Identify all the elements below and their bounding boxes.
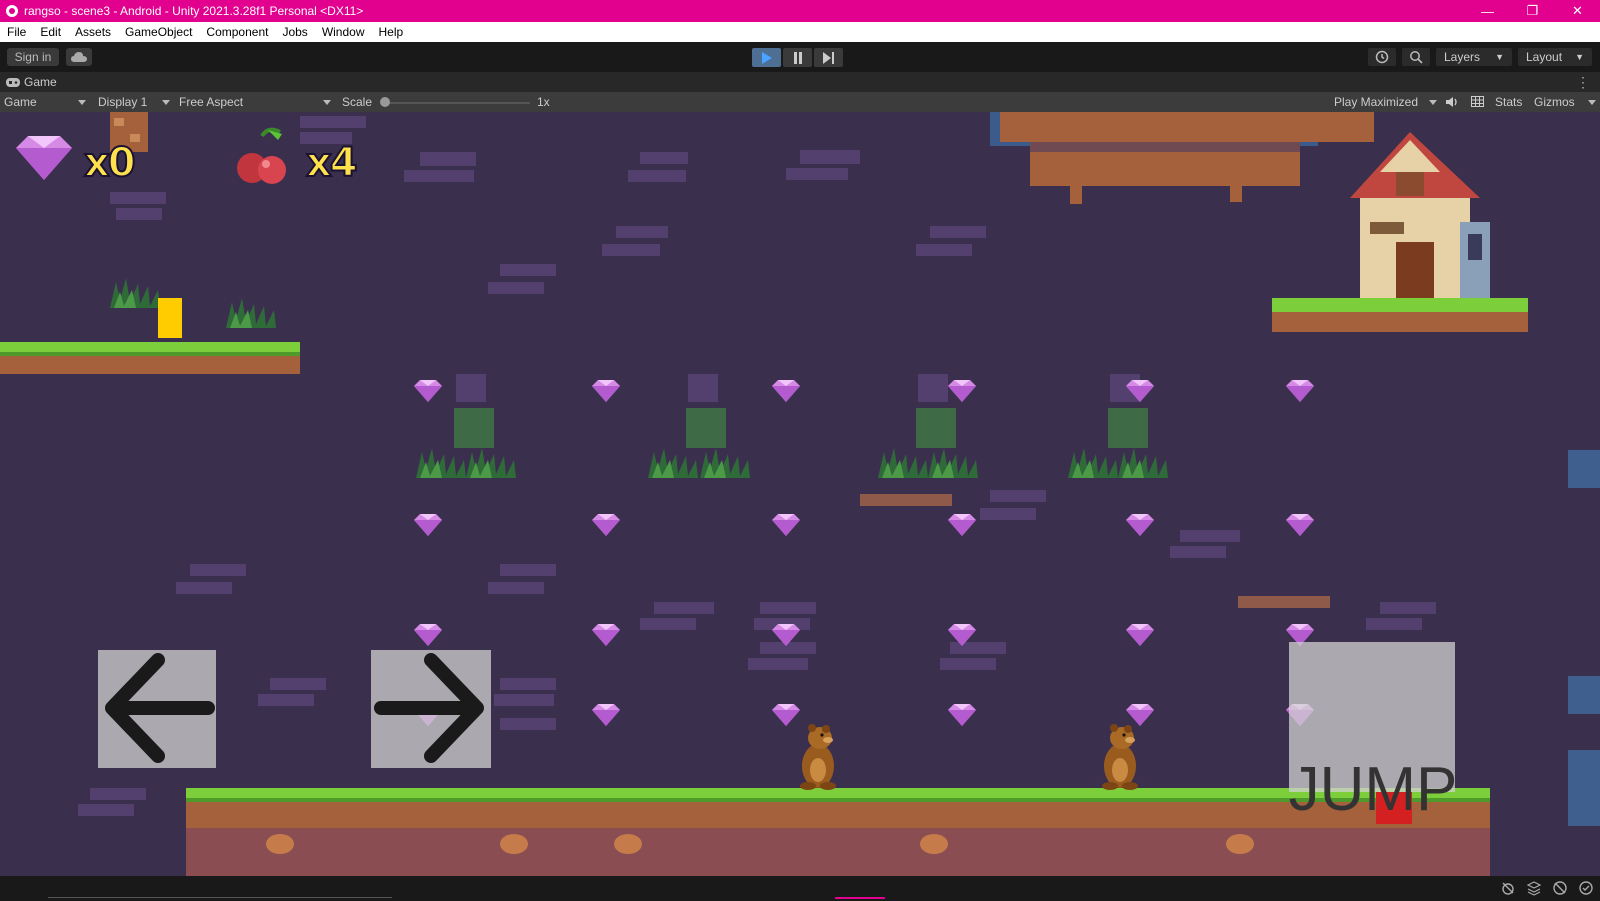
menu-edit[interactable]: Edit [33,22,68,42]
aspect-label: Free Aspect [179,95,244,109]
play-controls [752,48,843,67]
game-view-toolbar: Game Display 1 Free Aspect Scale 1x Play… [0,92,1600,112]
arrow-left-icon [105,653,215,763]
tab-game[interactable]: Game [6,75,57,89]
window-titlebar: rangso - scene3 - Android - Unity 2021.3… [0,0,1600,22]
aspect-dropdown[interactable]: Free Aspect [179,92,331,112]
scale-label: Scale [342,95,373,109]
left-ledge-platform [0,342,300,374]
play-icon [761,51,772,64]
chevron-down-icon [323,100,331,105]
search-icon [1410,51,1423,64]
menu-jobs[interactable]: Jobs [275,22,314,42]
display-dropdown[interactable]: Display 1 [98,92,170,112]
layers-label: Layers [1444,50,1481,64]
play-mode-label: Play Maximized [1334,95,1419,109]
menu-gameobject[interactable]: GameObject [118,22,199,42]
undo-history-button[interactable] [1368,48,1396,66]
scale-slider-handle[interactable] [380,97,390,107]
tab-game-label: Game [24,75,57,89]
pause-button[interactable] [783,48,812,67]
mute-audio-button[interactable] [1446,92,1459,112]
progress-line [48,897,392,898]
minimize-button[interactable]: — [1465,0,1510,22]
menu-assets[interactable]: Assets [68,22,118,42]
display-label: Display 1 [98,95,148,109]
menu-bar: File Edit Assets GameObject Component Jo… [0,22,1600,42]
cherry-counter: x4 [305,139,359,187]
scale-value: 1x [537,95,550,109]
layout-dropdown[interactable]: Layout ▼ [1518,48,1592,66]
restore-button[interactable]: ❐ [1510,0,1555,22]
close-button[interactable]: ✕ [1555,0,1600,22]
gizmos-dropdown[interactable]: Gizmos [1534,92,1596,112]
move-left-button[interactable] [98,650,216,768]
chevron-down-icon [78,100,86,105]
sign-in-button[interactable]: Sign in [7,48,59,66]
chevron-down-icon [1429,100,1437,105]
more-options-icon[interactable]: ⋮ [1576,74,1590,91]
gamepad-icon [6,77,20,87]
check-icon[interactable] [1578,880,1594,896]
play-mode-dropdown[interactable]: Play Maximized [1334,92,1437,112]
view-mode-label: Game [4,95,37,109]
menu-help[interactable]: Help [372,22,411,42]
cloud-button[interactable] [66,48,92,66]
floating-plank [1238,596,1330,608]
side-panel-tab[interactable] [1568,450,1600,488]
gizmos-label: Gizmos [1534,95,1575,109]
grid-icon [1471,96,1484,107]
game-tab-bar: Game ⋮ [0,72,1600,92]
move-right-button[interactable] [371,650,491,768]
layers-dropdown[interactable]: Layers ▼ [1436,48,1512,66]
main-toolbar: Sign in Layers ▼ Layout ▼ [0,42,1600,72]
view-mode-dropdown[interactable]: Game [4,92,86,112]
history-icon [1375,50,1389,64]
game-viewport[interactable]: x0 x4 JUMP [0,112,1600,876]
search-button[interactable] [1402,48,1430,66]
stack-icon[interactable] [1526,880,1542,896]
stats-button[interactable]: Stats [1495,92,1522,112]
chevron-down-icon [162,100,170,105]
cloud-icon [71,52,87,62]
network-icon[interactable] [1552,880,1568,896]
unity-app-icon [6,5,18,17]
menu-window[interactable]: Window [315,22,372,42]
menu-component[interactable]: Component [199,22,275,42]
window-title: rangso - scene3 - Android - Unity 2021.3… [24,4,364,18]
pause-icon [793,51,802,64]
floating-plank [860,494,952,506]
layout-label: Layout [1526,50,1563,64]
status-bar [0,876,1600,900]
chevron-down-icon [1588,100,1596,105]
grid-toggle-button[interactable] [1471,92,1484,112]
jump-button-label: JUMP [1288,754,1458,824]
arrow-right-icon [374,653,484,763]
side-panel-tab[interactable] [1568,676,1600,714]
player-character [158,298,182,338]
chevron-down-icon: ▼ [1495,52,1504,62]
play-button[interactable] [752,48,781,67]
step-icon [822,51,834,64]
scale-slider-track[interactable] [386,102,530,104]
gem-counter: x0 [83,139,137,187]
side-panel-tab[interactable] [1568,750,1600,826]
menu-file[interactable]: File [0,22,33,42]
accent-line [835,897,885,899]
speaker-icon [1446,97,1457,107]
chevron-down-icon: ▼ [1575,52,1584,62]
step-button[interactable] [814,48,843,67]
debug-icon[interactable] [1500,880,1516,896]
